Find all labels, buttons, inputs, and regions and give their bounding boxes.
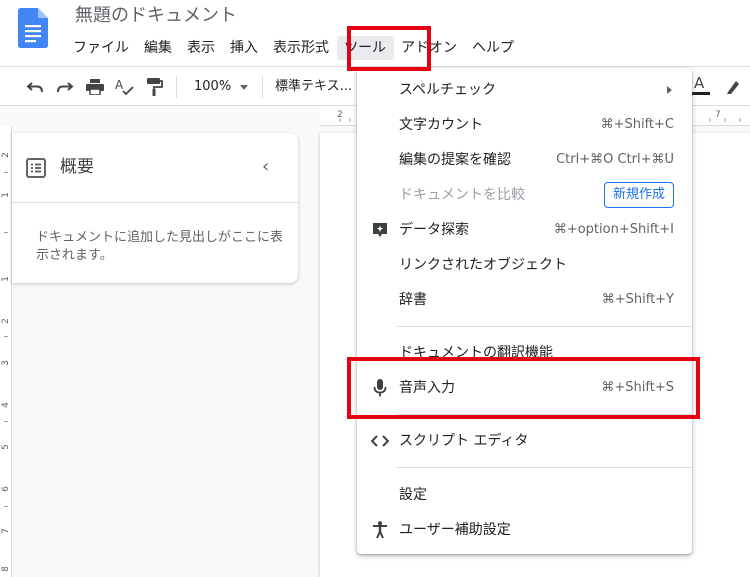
menu-format[interactable]: 表示形式 (266, 36, 337, 60)
ruler-tick (4, 172, 8, 173)
ruler-tick (4, 232, 8, 233)
menu-item-label: データ探索 (399, 222, 469, 238)
document-outline-panel: 概要 ‹ ドキュメントに追加した見出しがここに表示されます。 (12, 133, 298, 283)
chevron-left-icon[interactable]: ‹ (262, 157, 269, 177)
menu-view[interactable]: 表示 (180, 36, 223, 60)
paint-format-icon[interactable] (144, 77, 166, 97)
ruler-number: 8 (1, 566, 11, 572)
ruler-number: 7 (1, 528, 11, 534)
spellcheck-icon[interactable]: A (114, 77, 136, 97)
menu-item-word-count[interactable]: 文字カウント ⌘+Shift+C (357, 108, 692, 142)
style-select[interactable]: 標準テキス... (275, 77, 352, 97)
text-color-icon[interactable]: A (690, 74, 712, 95)
print-icon[interactable] (84, 77, 106, 97)
voice-typing-highlight (347, 357, 700, 419)
menu-item-compare-documents: ドキュメントを比較 新規作成 (357, 178, 692, 212)
ruler-number: 3 (1, 360, 11, 366)
ruler-number: 7 (715, 110, 721, 120)
menu-separator (397, 467, 692, 468)
ruler-number: 2 (1, 152, 11, 158)
redo-icon[interactable] (54, 77, 76, 97)
ruler-number: 1 (1, 276, 11, 282)
menu-item-preferences[interactable]: 設定 (357, 478, 692, 512)
ruler-number: 1 (1, 192, 11, 198)
ruler-tick (4, 506, 8, 507)
menu-item-shortcut: Ctrl+⌘O Ctrl+⌘U (556, 152, 674, 167)
menu-item-shortcut: ⌘+option+Shift+I (553, 222, 674, 237)
toolbar-separator (262, 76, 263, 98)
code-brackets-icon (371, 432, 389, 450)
menu-item-script-editor[interactable]: スクリプト エディタ (357, 424, 692, 458)
outline-empty-message: ドキュメントに追加した見出しがここに表示されます。 (36, 230, 284, 263)
menu-item-dictionary[interactable]: 辞書 ⌘+Shift+Y (357, 283, 692, 317)
menu-help[interactable]: ヘルプ (465, 36, 522, 60)
menu-item-accessibility[interactable]: ユーザー補助設定 (357, 513, 692, 547)
menu-item-shortcut: ⌘+Shift+Y (601, 292, 674, 307)
ruler-tick (4, 336, 8, 337)
menu-item-label: スペルチェック (399, 82, 497, 98)
menu-item-label: 編集の提案を確認 (399, 152, 511, 168)
chevron-down-icon[interactable] (240, 85, 248, 90)
menu-item-linked-objects[interactable]: リンクされたオブジェクト (357, 248, 692, 282)
vertical-ruler[interactable]: 2 1 1 2 3 4 5 6 7 8 (0, 126, 12, 577)
ruler-number: 2 (1, 318, 11, 324)
menu-item-label: ユーザー補助設定 (399, 522, 511, 538)
docs-logo-icon[interactable] (18, 8, 48, 48)
menu-item-label: リンクされたオブジェクト (399, 257, 567, 273)
svg-text:A: A (115, 78, 124, 92)
submenu-arrow-icon (667, 86, 672, 94)
zoom-select[interactable]: 100% (194, 77, 231, 97)
undo-icon[interactable] (24, 77, 46, 97)
new-badge: 新規作成 (603, 182, 674, 208)
tools-menu-highlight (347, 26, 431, 71)
outline-title: 概要 (60, 157, 94, 177)
highlight-pen-icon[interactable] (722, 77, 744, 97)
ruler-number: 5 (1, 444, 11, 450)
ruler-number: 6 (1, 486, 11, 492)
menu-item-label: ドキュメントを比較 (399, 187, 525, 203)
menu-item-review-suggestions[interactable]: 編集の提案を確認 Ctrl+⌘O Ctrl+⌘U (357, 143, 692, 177)
ruler-tick (4, 421, 8, 422)
toolbar-separator (176, 76, 177, 98)
menu-bar: ファイル 編集 表示 挿入 表示形式 ツール アドオン ヘルプ (66, 36, 522, 60)
menu-file[interactable]: ファイル (66, 36, 137, 60)
menu-item-label: 辞書 (399, 292, 427, 308)
outline-list-icon[interactable] (26, 158, 46, 178)
menu-separator (397, 326, 692, 327)
menu-insert[interactable]: 挿入 (223, 36, 266, 60)
svg-text:A: A (694, 74, 705, 92)
document-title[interactable]: 無題のドキュメント (75, 3, 237, 29)
explore-icon (371, 221, 389, 239)
outline-header: 概要 ‹ (12, 133, 298, 203)
tools-menu-dropdown: スペルチェック 文字カウント ⌘+Shift+C 編集の提案を確認 Ctrl+⌘… (357, 68, 692, 554)
menu-item-explore[interactable]: データ探索 ⌘+option+Shift+I (357, 213, 692, 247)
menu-item-label: 文字カウント (399, 117, 483, 133)
accessibility-icon (371, 521, 389, 539)
ruler-number: 4 (1, 402, 11, 408)
menu-item-shortcut: ⌘+Shift+C (600, 117, 674, 132)
ruler-number: 2 (337, 110, 343, 120)
menu-item-spell-check[interactable]: スペルチェック (357, 73, 692, 107)
menu-item-label: スクリプト エディタ (399, 433, 529, 449)
menu-item-label: 設定 (399, 487, 427, 503)
menu-edit[interactable]: 編集 (137, 36, 180, 60)
